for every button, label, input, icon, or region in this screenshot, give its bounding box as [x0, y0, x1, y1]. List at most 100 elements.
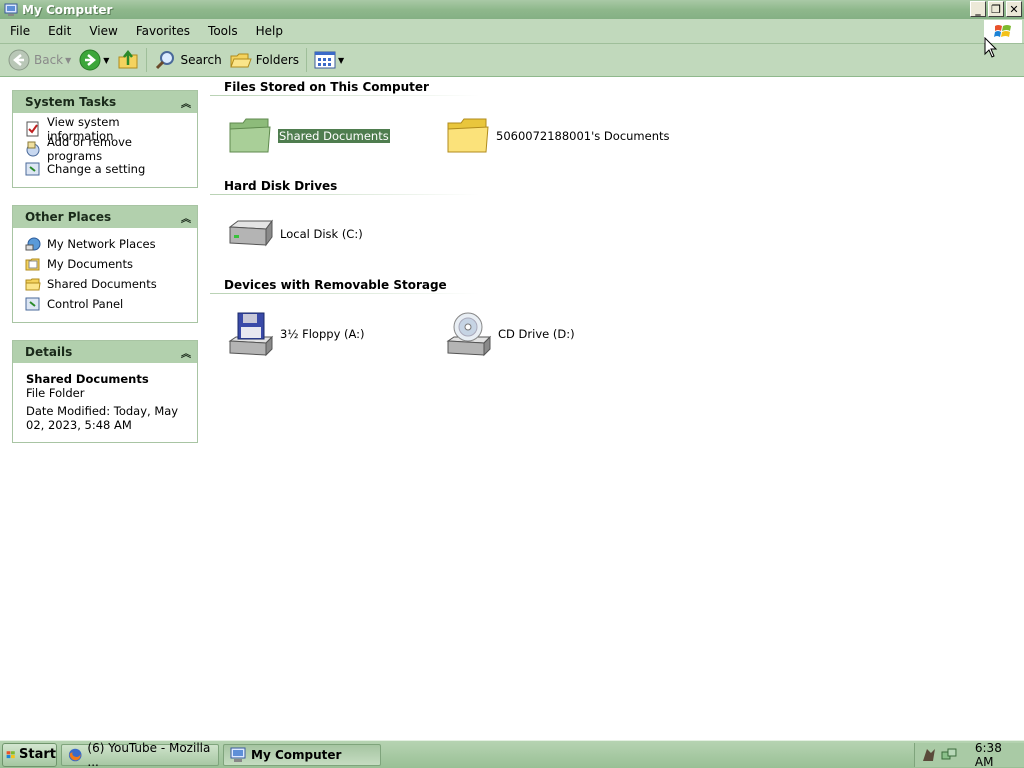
- firefox-icon: [68, 748, 82, 761]
- place-label: My Documents: [47, 257, 133, 271]
- windows-logo-icon: [6, 750, 15, 758]
- start-button[interactable]: Start: [2, 742, 57, 767]
- views-icon: [314, 51, 336, 69]
- menu-view[interactable]: View: [79, 24, 125, 38]
- item-label: CD Drive (D:): [498, 327, 575, 341]
- task-add-remove-programs[interactable]: Add or remove programs: [25, 135, 187, 163]
- file-view: Files Stored on This Computer Shared Doc…: [210, 77, 1024, 740]
- tray-app-icon[interactable]: [921, 747, 937, 763]
- system-tasks-header[interactable]: System Tasks ︽: [13, 91, 197, 113]
- details-panel: Details ︽ Shared Documents File Folder D…: [12, 340, 198, 443]
- folder-icon: [447, 118, 489, 153]
- item-shared-documents[interactable]: Shared Documents: [228, 117, 390, 155]
- minimize-button[interactable]: _: [970, 1, 986, 17]
- taskbar-item-firefox[interactable]: (6) YouTube - Mozilla ...: [61, 740, 219, 768]
- search-icon: [156, 51, 175, 70]
- toolbar: Back ▼ ▼ Search Folders ▼: [0, 44, 1024, 77]
- group-divider: [210, 194, 480, 195]
- place-my-network-places[interactable]: My Network Places: [25, 234, 187, 254]
- group-header-hard-disk-drives: Hard Disk Drives: [224, 179, 338, 193]
- group-header-removable-storage: Devices with Removable Storage: [224, 278, 447, 292]
- system-tray: 6:38 AM: [914, 741, 1024, 768]
- forward-dropdown-icon[interactable]: ▼: [103, 56, 109, 65]
- folders-button[interactable]: Folders: [226, 46, 303, 74]
- menu-file[interactable]: File: [0, 24, 38, 38]
- search-label: Search: [180, 53, 222, 67]
- cd-drive-icon: [446, 312, 492, 357]
- group-header-files: Files Stored on This Computer: [224, 80, 429, 94]
- other-places-header[interactable]: Other Places ︽: [13, 206, 197, 228]
- shared-folder-icon: [229, 118, 271, 153]
- item-label: Local Disk (C:): [280, 227, 363, 241]
- collapse-icon[interactable]: ︽: [181, 210, 191, 225]
- network-places-icon: [25, 236, 41, 252]
- forward-button[interactable]: ▼: [75, 46, 113, 74]
- close-button[interactable]: ✕: [1006, 1, 1022, 17]
- taskbar-item-label: My Computer: [251, 747, 342, 762]
- back-arrow-icon: [8, 49, 30, 71]
- control-panel-icon: [25, 161, 41, 177]
- back-dropdown-icon[interactable]: ▼: [65, 56, 71, 65]
- taskbar: Start (6) YouTube - Mozilla ... My Compu…: [0, 740, 1024, 768]
- item-user-documents[interactable]: 5060072188001's Documents: [446, 117, 670, 155]
- taskbar-item-label: (6) YouTube - Mozilla ...: [87, 740, 211, 768]
- system-tasks-title: System Tasks: [25, 95, 117, 109]
- item-cd-drive-d[interactable]: CD Drive (D:): [444, 311, 575, 357]
- menu-favorites[interactable]: Favorites: [126, 24, 198, 38]
- up-button[interactable]: [113, 46, 143, 74]
- add-remove-programs-icon: [25, 141, 41, 157]
- menu-tools[interactable]: Tools: [198, 24, 246, 38]
- group-divider: [210, 293, 480, 294]
- menu-bar: File Edit View Favorites Tools Help: [0, 19, 1024, 44]
- collapse-icon[interactable]: ︽: [181, 345, 191, 360]
- task-label: Add or remove programs: [47, 135, 133, 163]
- back-label: Back: [34, 53, 64, 67]
- my-computer-icon: [230, 747, 246, 762]
- views-dropdown-icon[interactable]: ▼: [338, 56, 344, 65]
- details-title: Details: [25, 345, 73, 359]
- item-label: 5060072188001's Documents: [496, 129, 670, 143]
- task-pane: System Tasks ︽ View system information A…: [0, 77, 210, 740]
- mouse-cursor-icon: [984, 37, 998, 58]
- search-button[interactable]: Search: [150, 46, 225, 74]
- item-label: 3½ Floppy (A:): [280, 327, 365, 341]
- floppy-drive-icon: [228, 312, 274, 357]
- title-bar[interactable]: My Computer _ ❐ ✕: [0, 0, 1024, 19]
- my-documents-icon: [25, 256, 41, 272]
- other-places-panel: Other Places ︽ My Network Places My Docu…: [12, 205, 198, 323]
- place-shared-documents[interactable]: Shared Documents: [25, 274, 187, 294]
- place-control-panel[interactable]: Control Panel: [25, 294, 187, 314]
- window-title: My Computer: [22, 2, 113, 17]
- my-computer-icon: [4, 3, 18, 16]
- folders-label: Folders: [255, 53, 300, 67]
- toolbar-separator: [306, 48, 308, 72]
- forward-arrow-icon: [79, 49, 101, 71]
- views-button[interactable]: ▼: [310, 46, 348, 74]
- back-button[interactable]: Back ▼: [4, 46, 75, 74]
- item-local-disk-c[interactable]: Local Disk (C:): [226, 219, 363, 249]
- system-tasks-panel: System Tasks ︽ View system information A…: [12, 90, 198, 188]
- hard-drive-icon: [228, 219, 273, 247]
- system-info-icon: [25, 121, 41, 137]
- details-header[interactable]: Details ︽: [13, 341, 197, 363]
- clock[interactable]: 6:38 AM: [975, 741, 1024, 768]
- details-item-type: File Folder: [26, 386, 85, 400]
- item-floppy-a[interactable]: 3½ Floppy (A:): [226, 311, 365, 357]
- folder-icon: [25, 276, 41, 292]
- group-divider: [210, 95, 480, 96]
- menu-help[interactable]: Help: [246, 24, 291, 38]
- start-label: Start: [19, 747, 56, 762]
- place-my-documents[interactable]: My Documents: [25, 254, 187, 274]
- control-panel-icon: [25, 296, 41, 312]
- folder-up-icon: [118, 49, 138, 69]
- network-tray-icon[interactable]: [941, 747, 957, 763]
- folders-icon: [229, 53, 252, 68]
- item-label: Shared Documents: [278, 129, 390, 143]
- menu-edit[interactable]: Edit: [38, 24, 79, 38]
- taskbar-item-my-computer[interactable]: My Computer: [223, 743, 381, 766]
- restore-button[interactable]: ❐: [988, 1, 1004, 17]
- task-label: Change a setting: [47, 162, 146, 176]
- details-item-name: Shared Documents: [26, 372, 149, 386]
- collapse-icon[interactable]: ︽: [181, 95, 191, 110]
- place-label: Control Panel: [47, 297, 124, 311]
